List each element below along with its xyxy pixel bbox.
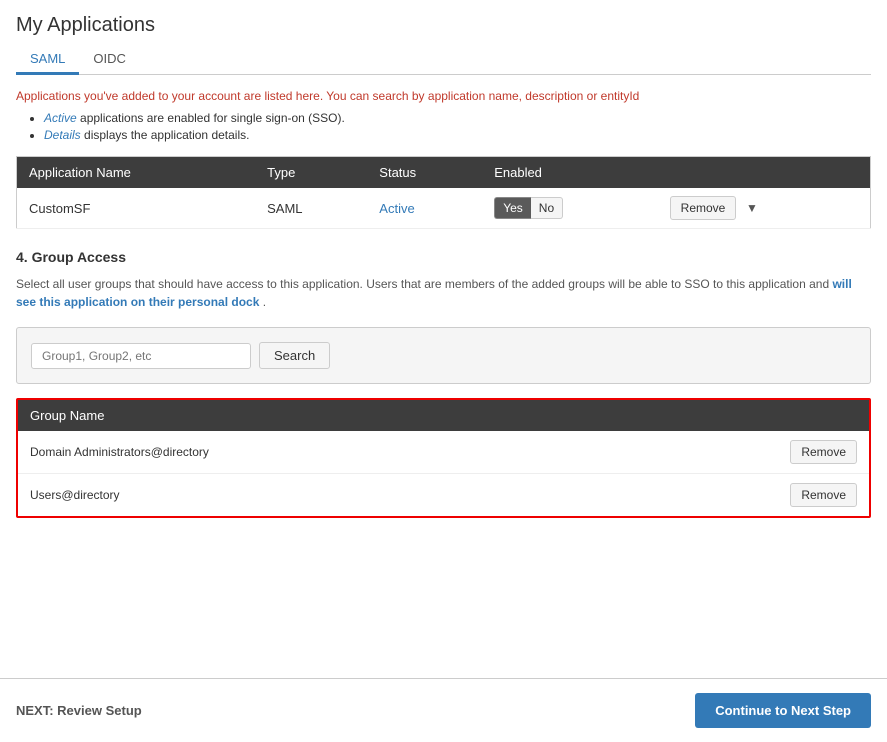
group-table: Group Name Domain Administrators@directo… xyxy=(18,400,869,516)
toggle-container: Yes No xyxy=(494,197,645,219)
group-action-cell: Remove xyxy=(778,474,869,517)
app-status-cell: Active xyxy=(367,188,482,229)
group-action-cell: Remove xyxy=(778,431,869,474)
tabs-container: SAML OIDC xyxy=(16,45,871,75)
col-type: Type xyxy=(255,157,367,189)
group-access-description: Select all user groups that should have … xyxy=(16,275,871,311)
status-active-link[interactable]: Active xyxy=(379,201,414,216)
app-action-cell: Remove ▼ xyxy=(658,188,871,229)
app-name-cell: CustomSF xyxy=(17,188,256,229)
app-table: Application Name Type Status Enabled Cus… xyxy=(16,156,871,229)
app-enabled-cell: Yes No xyxy=(482,188,657,229)
group-name-cell: Users@directory xyxy=(18,474,778,517)
content-area: Applications you've added to your accoun… xyxy=(0,75,887,678)
app-table-header-row: Application Name Type Status Enabled xyxy=(17,157,871,189)
group-table-header-row: Group Name xyxy=(18,400,869,431)
table-row: Domain Administrators@directory Remove xyxy=(18,431,869,474)
group-access-title: 4. Group Access xyxy=(16,249,871,265)
search-button[interactable]: Search xyxy=(259,342,330,369)
group-remove-button-0[interactable]: Remove xyxy=(790,440,857,464)
info-text: Applications you've added to your accoun… xyxy=(16,89,871,103)
table-row: Users@directory Remove xyxy=(18,474,869,517)
next-step-label: NEXT: Review Setup xyxy=(16,703,142,718)
tab-oidc[interactable]: OIDC xyxy=(79,45,140,75)
search-container: Search xyxy=(16,327,871,384)
tab-saml[interactable]: SAML xyxy=(16,45,79,75)
toggle-no-button[interactable]: No xyxy=(531,197,563,219)
group-table-wrapper: Group Name Domain Administrators@directo… xyxy=(16,398,871,518)
dropdown-arrow-icon[interactable]: ▼ xyxy=(746,201,758,215)
list-item: Details displays the application details… xyxy=(44,128,871,142)
toggle-yes-button[interactable]: Yes xyxy=(494,197,531,219)
col-app-name: Application Name xyxy=(17,157,256,189)
bullet-list: Active applications are enabled for sing… xyxy=(44,111,871,142)
group-access-section: 4. Group Access Select all user groups t… xyxy=(16,249,871,518)
group-name-cell: Domain Administrators@directory xyxy=(18,431,778,474)
table-row: CustomSF SAML Active Yes No Remove ▼ xyxy=(17,188,871,229)
group-remove-button-1[interactable]: Remove xyxy=(790,483,857,507)
page-header: My Applications SAML OIDC xyxy=(0,0,887,75)
app-type-cell: SAML xyxy=(255,188,367,229)
col-group-name: Group Name xyxy=(18,400,778,431)
continue-button[interactable]: Continue to Next Step xyxy=(695,693,871,728)
list-item: Active applications are enabled for sing… xyxy=(44,111,871,125)
page-footer: NEXT: Review Setup Continue to Next Step xyxy=(0,678,887,742)
page-wrapper: My Applications SAML OIDC Applications y… xyxy=(0,0,887,742)
col-enabled: Enabled xyxy=(482,157,657,189)
col-status: Status xyxy=(367,157,482,189)
page-title: My Applications xyxy=(16,14,871,37)
app-remove-button[interactable]: Remove xyxy=(670,196,737,220)
search-input-row: Search xyxy=(31,342,856,369)
col-group-action xyxy=(778,400,869,431)
group-search-input[interactable] xyxy=(31,343,251,369)
col-actions xyxy=(658,157,871,189)
